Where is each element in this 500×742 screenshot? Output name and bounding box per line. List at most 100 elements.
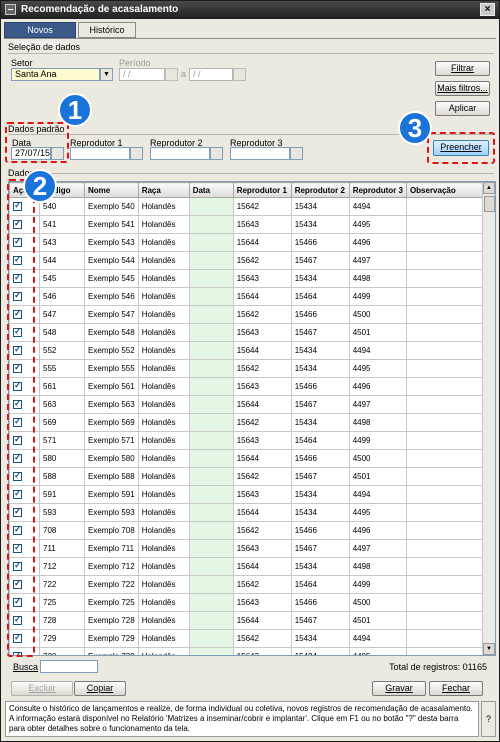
copiar-button[interactable]: Copiar	[74, 681, 126, 696]
raca-cell[interactable]: Holandês	[137, 521, 190, 540]
reprodutor2-cell[interactable]: 15467	[290, 467, 350, 486]
observacao-cell[interactable]	[405, 287, 487, 306]
table-row[interactable]: 711Exemplo 711Holandês 15643154674497	[9, 539, 487, 558]
reprodutor2-cell[interactable]: 15466	[290, 305, 350, 324]
reprodutor1-cell[interactable]: 15643	[232, 539, 292, 558]
reprodutor3-cell[interactable]: 4499	[348, 431, 407, 450]
table-row[interactable]: 540Exemplo 540Holandês15642154344494	[9, 197, 487, 216]
table-row[interactable]: 544Exemplo 544Holandês 15642154674497	[9, 251, 487, 270]
raca-cell[interactable]: Holandês	[137, 233, 190, 252]
scroll-down-button[interactable]: ▼	[483, 643, 495, 655]
nome-cell[interactable]: Exemplo 571	[84, 431, 139, 450]
reprodutor1-cell[interactable]: 15643	[232, 485, 292, 504]
excluir-button[interactable]: Excluir	[11, 681, 73, 696]
observacao-cell[interactable]	[405, 521, 487, 540]
nome-cell[interactable]: Exemplo 563	[84, 395, 139, 414]
codigo-cell[interactable]: 544	[39, 251, 85, 270]
column-header[interactable]: Data	[188, 182, 234, 198]
raca-cell[interactable]: Holandês	[137, 449, 190, 468]
table-row[interactable]: 712Exemplo 712Holandês 15644154344498	[9, 557, 487, 576]
reprodutor2-cell[interactable]: 15466	[290, 593, 350, 612]
setor-select[interactable]: Santa Ana	[11, 68, 100, 81]
reprodutor1-cell[interactable]: 15642	[232, 413, 292, 432]
nome-cell[interactable]: Exemplo 711	[84, 539, 139, 558]
table-row[interactable]: 555Exemplo 555Holandês 15642154344495	[9, 359, 487, 378]
reprodutor3-cell[interactable]: 4494	[348, 197, 407, 216]
observacao-cell[interactable]	[405, 485, 487, 504]
observacao-cell[interactable]	[405, 413, 487, 432]
column-header[interactable]: Nome	[84, 182, 139, 198]
raca-cell[interactable]: Holandês	[137, 413, 190, 432]
reprodutor2-cell[interactable]: 15467	[290, 251, 350, 270]
reprodutor3-cell[interactable]: 4498	[348, 557, 407, 576]
reprodutor1-cell[interactable]: 15643	[232, 269, 292, 288]
reprodutor2-cell[interactable]: 15466	[290, 233, 350, 252]
raca-cell[interactable]: Holandês	[137, 503, 190, 522]
reprodutor2-cell[interactable]: 15434	[290, 269, 350, 288]
scroll-thumb[interactable]	[484, 196, 495, 212]
table-row[interactable]: 722Exemplo 722Holandês 15642154644499	[9, 575, 487, 594]
nome-cell[interactable]: Exemplo 561	[84, 377, 139, 396]
raca-cell[interactable]: Holandês	[137, 593, 190, 612]
data-cell[interactable]	[188, 539, 234, 558]
table-row[interactable]: 547Exemplo 547Holandês 15642154664500	[9, 305, 487, 324]
nome-cell[interactable]: Exemplo 544	[84, 251, 139, 270]
data-cell[interactable]	[188, 377, 234, 396]
raca-cell[interactable]: Holandês	[137, 575, 190, 594]
reprodutor2-cell[interactable]: 15434	[290, 359, 350, 378]
data-cell[interactable]	[188, 197, 234, 216]
fechar-button[interactable]: Fechar	[429, 681, 483, 696]
nome-cell[interactable]: Exemplo 729	[84, 629, 139, 648]
table-row[interactable]: 580Exemplo 580Holandês 15644154664500	[9, 449, 487, 468]
reprodutor3-cell[interactable]: 4497	[348, 251, 407, 270]
reprodutor1-cell[interactable]: 15643	[232, 323, 292, 342]
data-cell[interactable]	[188, 323, 234, 342]
data-cell[interactable]	[188, 449, 234, 468]
raca-cell[interactable]: Holandês	[137, 287, 190, 306]
reprodutor3-cell[interactable]: 4498	[348, 413, 407, 432]
reprodutor1-cell[interactable]: 15644	[232, 557, 292, 576]
reprodutor1-cell[interactable]: 15644	[232, 233, 292, 252]
reprodutor2-cell[interactable]: 15467	[290, 395, 350, 414]
busca-input[interactable]	[40, 660, 98, 673]
reprodutor3-cell[interactable]: 4497	[348, 395, 407, 414]
table-row[interactable]: 728Exemplo 728Holandês 15644154674501	[9, 611, 487, 630]
reprodutor3-cell[interactable]: 4495	[348, 215, 407, 234]
reprodutor3-cell[interactable]: 4496	[348, 521, 407, 540]
raca-cell[interactable]: Holandês	[137, 251, 190, 270]
data-cell[interactable]	[188, 647, 234, 655]
codigo-cell[interactable]: 580	[39, 449, 85, 468]
reprodutor2-cell[interactable]: 15467	[290, 323, 350, 342]
reprodutor2-cell[interactable]: 15434	[290, 629, 350, 648]
nome-cell[interactable]: Exemplo 728	[84, 611, 139, 630]
raca-cell[interactable]: Holandês	[137, 197, 190, 216]
raca-cell[interactable]: Holandês	[137, 341, 190, 360]
observacao-cell[interactable]	[405, 251, 487, 270]
reprodutor2-cell[interactable]: 15434	[290, 485, 350, 504]
data-cell[interactable]	[188, 629, 234, 648]
codigo-cell[interactable]: 588	[39, 467, 85, 486]
reprodutor1-cell[interactable]: 15642	[232, 305, 292, 324]
reprodutor3-cell[interactable]: 4495	[348, 503, 407, 522]
nome-cell[interactable]: Exemplo 540	[84, 197, 139, 216]
reprodutor1-cell[interactable]: 15644	[232, 611, 292, 630]
reprodutor3-cell[interactable]: 4499	[348, 575, 407, 594]
raca-cell[interactable]: Holandês	[137, 305, 190, 324]
raca-cell[interactable]: Holandês	[137, 323, 190, 342]
reprodutor3-cell[interactable]: 4501	[348, 467, 407, 486]
observacao-cell[interactable]	[405, 557, 487, 576]
tab-historico[interactable]: Histórico	[78, 22, 136, 38]
reprodutor2-cell[interactable]: 15466	[290, 377, 350, 396]
codigo-cell[interactable]: 545	[39, 269, 85, 288]
nome-cell[interactable]: Exemplo 545	[84, 269, 139, 288]
reprodutor2-cell[interactable]: 15434	[290, 557, 350, 576]
table-row[interactable]: 548Exemplo 548Holandês 15643154674501	[9, 323, 487, 342]
codigo-cell[interactable]: 569	[39, 413, 85, 432]
table-row[interactable]: 571Exemplo 571Holandês 15643154644499	[9, 431, 487, 450]
observacao-cell[interactable]	[405, 467, 487, 486]
reprodutor2-cell[interactable]: 15434	[290, 503, 350, 522]
codigo-cell[interactable]: 541	[39, 215, 85, 234]
nome-cell[interactable]: Exemplo 722	[84, 575, 139, 594]
reprodutor1-cell[interactable]: 15644	[232, 449, 292, 468]
reprodutor1-cell[interactable]: 15642	[232, 251, 292, 270]
